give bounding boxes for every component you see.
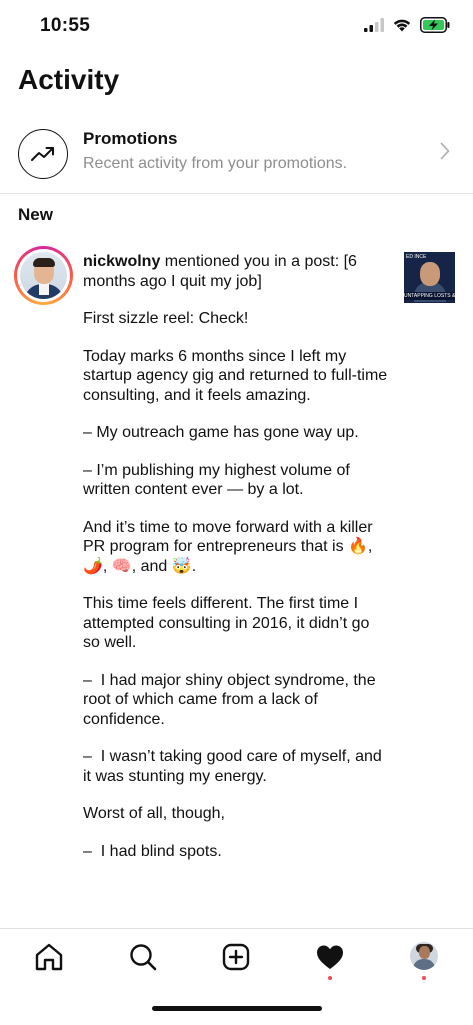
- cellular-signal-icon: [364, 18, 384, 32]
- home-icon[interactable]: [34, 942, 64, 972]
- activity-notification-dot: [328, 976, 332, 980]
- section-new-label: New: [18, 205, 53, 224]
- thumbnail-banner-text: UNTAPPING LOSTS & BUYING POWER: [404, 292, 455, 300]
- new-post-icon[interactable]: [221, 942, 251, 972]
- battery-charging-icon: [420, 17, 450, 33]
- post-thumbnail[interactable]: ED INCE UNTAPPING LOSTS & BUYING POWER: [404, 252, 455, 303]
- notification-header: nickwolny mentioned you in a post: [6 mo…: [83, 252, 389, 291]
- post-paragraph: – I’m publishing my highest volume of wr…: [83, 461, 355, 499]
- post-paragraph: – I had major shiny object syndrome, the…: [83, 671, 381, 728]
- notification-username[interactable]: nickwolny: [83, 253, 160, 270]
- profile-avatar[interactable]: [410, 942, 438, 970]
- status-bar: 10:55: [0, 0, 473, 52]
- home-indicator: [152, 1006, 322, 1011]
- search-icon[interactable]: [128, 942, 158, 972]
- activity-heart-icon[interactable]: [315, 942, 345, 972]
- thumbnail-top-text: ED INCE: [406, 254, 427, 260]
- promotions-row[interactable]: Promotions Recent activity from your pro…: [0, 112, 473, 192]
- promotions-subtitle: Recent activity from your promotions.: [83, 155, 348, 172]
- avatar[interactable]: [14, 246, 73, 305]
- post-paragraph: And it’s time to move forward with a kil…: [83, 518, 378, 575]
- status-time: 10:55: [40, 15, 91, 36]
- post-paragraph: First sizzle reel: Check!: [83, 310, 249, 327]
- trending-up-icon: [18, 129, 68, 179]
- divider: [0, 193, 473, 194]
- post-paragraph: This time feels different. The first tim…: [83, 595, 374, 651]
- post-paragraph: – I had blind spots.: [83, 842, 222, 860]
- post-paragraph: Worst of all, though,: [83, 805, 225, 822]
- post-paragraph: – My outreach game has gone way up.: [83, 424, 359, 441]
- profile-notification-dot: [422, 976, 426, 980]
- promotions-title: Promotions: [83, 129, 178, 148]
- chevron-right-icon: [440, 142, 450, 160]
- post-paragraph: – I wasn’t taking good care of myself, a…: [83, 748, 387, 785]
- post-paragraph: Today marks 6 months since I left my sta…: [83, 347, 392, 404]
- notification-item[interactable]: nickwolny mentioned you in a post: [6 mo…: [83, 252, 389, 861]
- page-title: Activity: [18, 64, 120, 95]
- wifi-icon: [393, 19, 411, 32]
